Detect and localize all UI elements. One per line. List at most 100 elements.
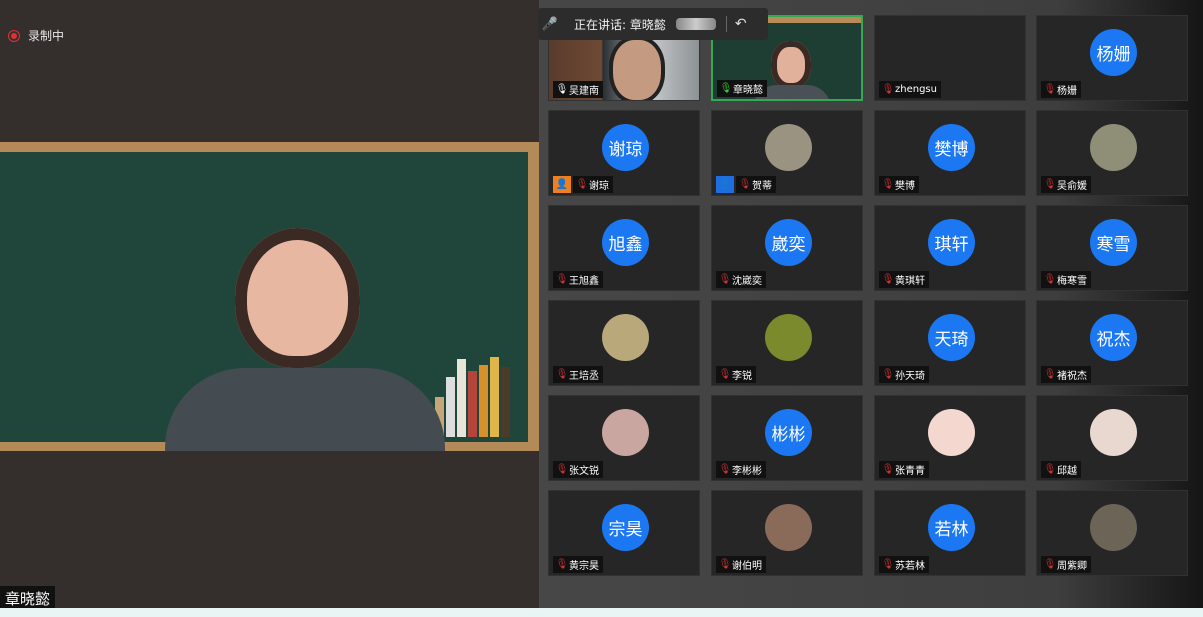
mic-muted-icon: 🎙 bbox=[1043, 464, 1057, 475]
avatar-photo bbox=[1090, 504, 1137, 551]
participant-name: 张青青 bbox=[895, 466, 925, 477]
participant-label: 🎙 谢琼 bbox=[573, 176, 613, 193]
participant-name: 谢伯明 bbox=[732, 561, 762, 572]
mic-muted-icon[interactable]: 🎤 bbox=[538, 17, 562, 32]
avatar-photo bbox=[765, 314, 812, 361]
participant-tile[interactable]: 旭鑫 🎙 王旭鑫 bbox=[548, 205, 700, 291]
participant-name: 樊博 bbox=[895, 181, 915, 192]
participant-label: 🎙 梅寒雪 bbox=[1041, 271, 1091, 288]
mic-muted-icon: 🎙 bbox=[555, 464, 569, 475]
participant-tile[interactable]: 崴奕 🎙 沈崴奕 bbox=[711, 205, 863, 291]
participant-name: 苏若林 bbox=[895, 561, 925, 572]
participant-label: 🎙 章晓懿 bbox=[717, 80, 767, 97]
participant-name: 章晓懿 bbox=[733, 85, 763, 96]
bottom-strip bbox=[0, 608, 1203, 617]
participant-tile[interactable]: 🎙 吴俞媛 bbox=[1036, 110, 1188, 196]
participant-tile[interactable]: 宗昊 🎙 黄宗昊 bbox=[548, 490, 700, 576]
avatar-initials: 杨姗 bbox=[1090, 29, 1137, 76]
participant-name: 吴建南 bbox=[569, 86, 599, 97]
avatar-initials: 彬彬 bbox=[765, 409, 812, 456]
participant-name: 李彬彬 bbox=[732, 466, 762, 477]
avatar-photo bbox=[1090, 409, 1137, 456]
participant-label: 🎙 张青青 bbox=[879, 461, 929, 478]
participant-label: 🎙 苏若林 bbox=[879, 556, 929, 573]
participant-label: 🎙 李锐 bbox=[716, 366, 756, 383]
avatar-photo bbox=[928, 409, 975, 456]
participant-tile[interactable]: 寒雪 🎙 梅寒雪 bbox=[1036, 205, 1188, 291]
participant-name: 周紫卿 bbox=[1057, 561, 1087, 572]
participant-tile[interactable]: 🎙 张青青 bbox=[874, 395, 1026, 481]
participant-name: 王培丞 bbox=[569, 371, 599, 382]
participant-tile[interactable]: 🎙 zhengsu bbox=[874, 15, 1026, 101]
participant-name: 谢琼 bbox=[589, 181, 609, 192]
speaker-video[interactable] bbox=[0, 142, 539, 451]
participant-label: 🎙 黄宗昊 bbox=[553, 556, 603, 573]
participant-name: 张文锐 bbox=[569, 466, 599, 477]
mic-muted-icon: 🎙 bbox=[881, 369, 895, 380]
participant-label: 🎙 zhengsu bbox=[879, 81, 941, 98]
recording-indicator: 录制中 bbox=[8, 27, 64, 44]
participant-name: 贺蒂 bbox=[752, 181, 772, 192]
return-icon[interactable]: ↶ bbox=[735, 16, 747, 32]
mic-muted-icon: 🎙 bbox=[718, 369, 732, 380]
participant-name: 李锐 bbox=[732, 371, 752, 382]
mic-muted-icon: 🎙 bbox=[1043, 559, 1057, 570]
participant-tile[interactable]: 🎙 邱越 bbox=[1036, 395, 1188, 481]
avatar-initials: 旭鑫 bbox=[602, 219, 649, 266]
participant-name: 褚祝杰 bbox=[1057, 371, 1087, 382]
participant-label: 🎙 贺蒂 bbox=[736, 176, 776, 193]
participant-label: 🎙 周紫卿 bbox=[1041, 556, 1091, 573]
avatar-initials: 谢琼 bbox=[602, 124, 649, 171]
participant-tile[interactable]: 琪轩 🎙 黄琪轩 bbox=[874, 205, 1026, 291]
avatar-initials: 天琦 bbox=[928, 314, 975, 361]
participant-tile[interactable]: 👤 🎙 贺蒂 bbox=[711, 110, 863, 196]
participant-tile[interactable]: 祝杰 🎙 褚祝杰 bbox=[1036, 300, 1188, 386]
mic-muted-icon: 🎙 bbox=[881, 464, 895, 475]
participant-tile[interactable]: 彬彬 🎙 李彬彬 bbox=[711, 395, 863, 481]
avatar-initials: 崴奕 bbox=[765, 219, 812, 266]
participant-label: 🎙 谢伯明 bbox=[716, 556, 766, 573]
participant-tile[interactable]: 🎙 周紫卿 bbox=[1036, 490, 1188, 576]
participant-label: 🎙 邱越 bbox=[1041, 461, 1081, 478]
participant-tile[interactable]: 谢琼 👤 🎙 谢琼 bbox=[548, 110, 700, 196]
participant-name: 黄宗昊 bbox=[569, 561, 599, 572]
avatar-initials: 若林 bbox=[928, 504, 975, 551]
participant-label: 🎙 王旭鑫 bbox=[553, 271, 603, 288]
audio-wave-icon bbox=[675, 18, 716, 30]
participant-label: 🎙 孙天琦 bbox=[879, 366, 929, 383]
mic-muted-icon: 🎙 bbox=[881, 179, 895, 190]
main-video-area: 录制中 章晓懿 bbox=[0, 0, 539, 611]
avatar-photo bbox=[602, 409, 649, 456]
mic-muted-icon: 🎙 bbox=[881, 84, 895, 95]
avatar-initials: 寒雪 bbox=[1090, 219, 1137, 266]
participant-name: 邱越 bbox=[1057, 466, 1077, 477]
avatar-photo bbox=[1090, 124, 1137, 171]
participant-tile[interactable]: 🎙 李锐 bbox=[711, 300, 863, 386]
participant-tile[interactable]: 若林 🎙 苏若林 bbox=[874, 490, 1026, 576]
participant-tile[interactable]: 🎙 谢伯明 bbox=[711, 490, 863, 576]
participant-name: 王旭鑫 bbox=[569, 276, 599, 287]
participant-tile[interactable]: 🎙 张文锐 bbox=[548, 395, 700, 481]
participant-label: 🎙 李彬彬 bbox=[716, 461, 766, 478]
avatar-initials: 樊博 bbox=[928, 124, 975, 171]
avatar-initials: 琪轩 bbox=[928, 219, 975, 266]
participant-name: 孙天琦 bbox=[895, 371, 925, 382]
participant-tile[interactable]: 天琦 🎙 孙天琦 bbox=[874, 300, 1026, 386]
participant-tile[interactable]: 樊博 🎙 樊博 bbox=[874, 110, 1026, 196]
participant-name: 吴俞媛 bbox=[1057, 181, 1087, 192]
speaking-text: 正在讲话: 章晓懿 bbox=[574, 17, 666, 32]
avatar-initials: 祝杰 bbox=[1090, 314, 1137, 361]
mic-muted-icon: 🎙 bbox=[718, 464, 732, 475]
bookshelf-decoration bbox=[435, 357, 517, 437]
participant-tile[interactable]: 🎙 王培丞 bbox=[548, 300, 700, 386]
user-role-icon: 👤 bbox=[716, 176, 734, 193]
participant-label: 🎙 杨姗 bbox=[1041, 81, 1081, 98]
divider bbox=[725, 16, 727, 32]
participant-tile[interactable]: 杨姗 🎙 杨姗 bbox=[1036, 15, 1188, 101]
participant-name: 杨姗 bbox=[1057, 86, 1077, 97]
mic-icon: 🎙 bbox=[719, 83, 733, 94]
mic-muted-icon: 🎙 bbox=[718, 559, 732, 570]
mic-muted-icon: 🎙 bbox=[555, 369, 569, 380]
speaker-head bbox=[235, 228, 360, 368]
record-icon bbox=[8, 29, 20, 42]
